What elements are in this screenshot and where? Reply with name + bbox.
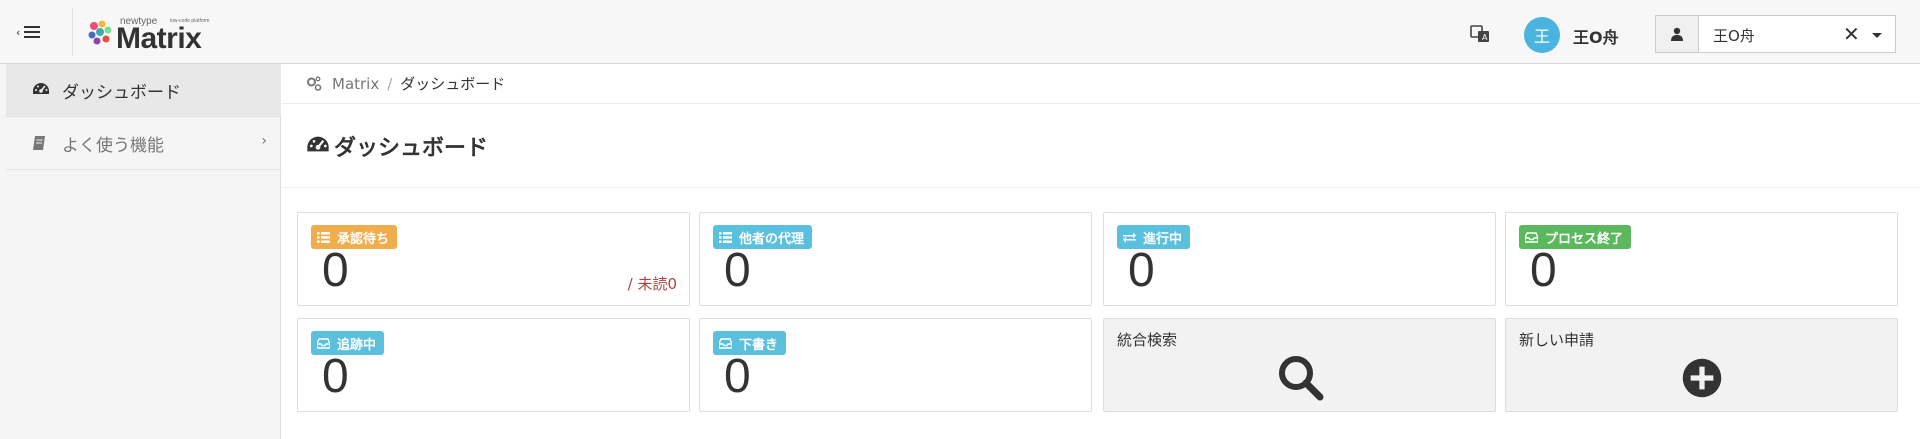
breadcrumb-root-link[interactable]: Matrix	[332, 75, 379, 93]
sidebar: ダッシュボード よく使う機能 ›	[0, 64, 281, 439]
user-icon	[1671, 27, 1683, 41]
list-icon	[317, 230, 331, 244]
logo-mark-icon	[88, 20, 112, 45]
header-divider	[72, 8, 73, 56]
dashboard-icon	[32, 81, 50, 99]
sidebar-item-label: ダッシュボード	[62, 82, 181, 103]
search-card-label: 統合検索	[1117, 331, 1178, 349]
plus-circle-icon	[1682, 358, 1721, 398]
breadcrumb-separator: /	[387, 74, 393, 93]
avatar-initial: 王	[1533, 27, 1550, 46]
chevron-down-icon[interactable]	[1872, 33, 1882, 38]
card-tracking[interactable]: 追跡中 0	[297, 318, 690, 412]
drafts-count: 0	[724, 350, 751, 403]
in-progress-count: 0	[1128, 244, 1155, 297]
search-icon	[1278, 356, 1323, 401]
new-request-card-label: 新しい申請	[1519, 331, 1595, 349]
exchange-icon	[1123, 230, 1137, 244]
user-select-value: 王O舟	[1713, 27, 1755, 45]
sidebar-item-favorites[interactable]: よく使う機能 ›	[6, 117, 281, 170]
inbox-icon	[719, 336, 733, 350]
breadcrumb-current: ダッシュボード	[400, 75, 506, 93]
language-icon[interactable]: A	[1468, 22, 1492, 46]
user-addon	[1656, 16, 1699, 52]
page-title-text: ダッシュボード	[334, 135, 489, 161]
card-new-request[interactable]: 新しい申請	[1505, 318, 1898, 412]
clear-icon[interactable]: ✕	[1843, 22, 1860, 46]
card-drafts[interactable]: 下書き 0	[699, 318, 1092, 412]
hamburger-icon	[24, 26, 41, 38]
user-name[interactable]: 王O舟	[1573, 24, 1619, 48]
proxy-count: 0	[724, 244, 751, 297]
sidebar-item-label: よく使う機能	[62, 135, 164, 156]
user-switch-select[interactable]: 王O舟 ✕	[1655, 15, 1896, 53]
chevron-left-icon: ‹	[16, 25, 21, 39]
top-header: ‹ newtype low-code platform Matrix A 王 王…	[0, 0, 1920, 64]
dashboard-icon	[307, 136, 329, 151]
inbox-icon	[317, 336, 331, 350]
list-icon	[719, 230, 733, 244]
card-in-progress[interactable]: 進行中 0	[1103, 212, 1496, 306]
inbox-icon	[1525, 230, 1539, 244]
svg-text:A: A	[1482, 33, 1488, 42]
card-proxy[interactable]: 他者の代理 0	[699, 212, 1092, 306]
book-icon	[32, 134, 50, 152]
completed-count: 0	[1530, 244, 1557, 297]
gears-icon	[307, 76, 322, 91]
avatar[interactable]: 王	[1524, 17, 1560, 53]
unread-count[interactable]: / 未読0	[628, 273, 677, 294]
matrix-logo[interactable]: newtype low-code platform Matrix	[84, 14, 224, 55]
pending-count: 0	[322, 244, 349, 297]
card-unified-search[interactable]: 統合検索	[1103, 318, 1496, 412]
logo-matrix-text: Matrix	[116, 22, 202, 55]
card-pending-approval[interactable]: 承認待ち 0 / 未読0	[297, 212, 690, 306]
chevron-right-icon: ›	[261, 133, 267, 149]
menu-toggle-button[interactable]: ‹	[16, 18, 72, 46]
tracking-count: 0	[322, 350, 349, 403]
card-process-completed[interactable]: プロセス終了 0	[1505, 212, 1898, 306]
breadcrumb: Matrix / ダッシュボード	[282, 64, 1920, 104]
sidebar-item-dashboard[interactable]: ダッシュボード	[6, 64, 281, 117]
page-title: ダッシュボード	[282, 104, 1920, 188]
